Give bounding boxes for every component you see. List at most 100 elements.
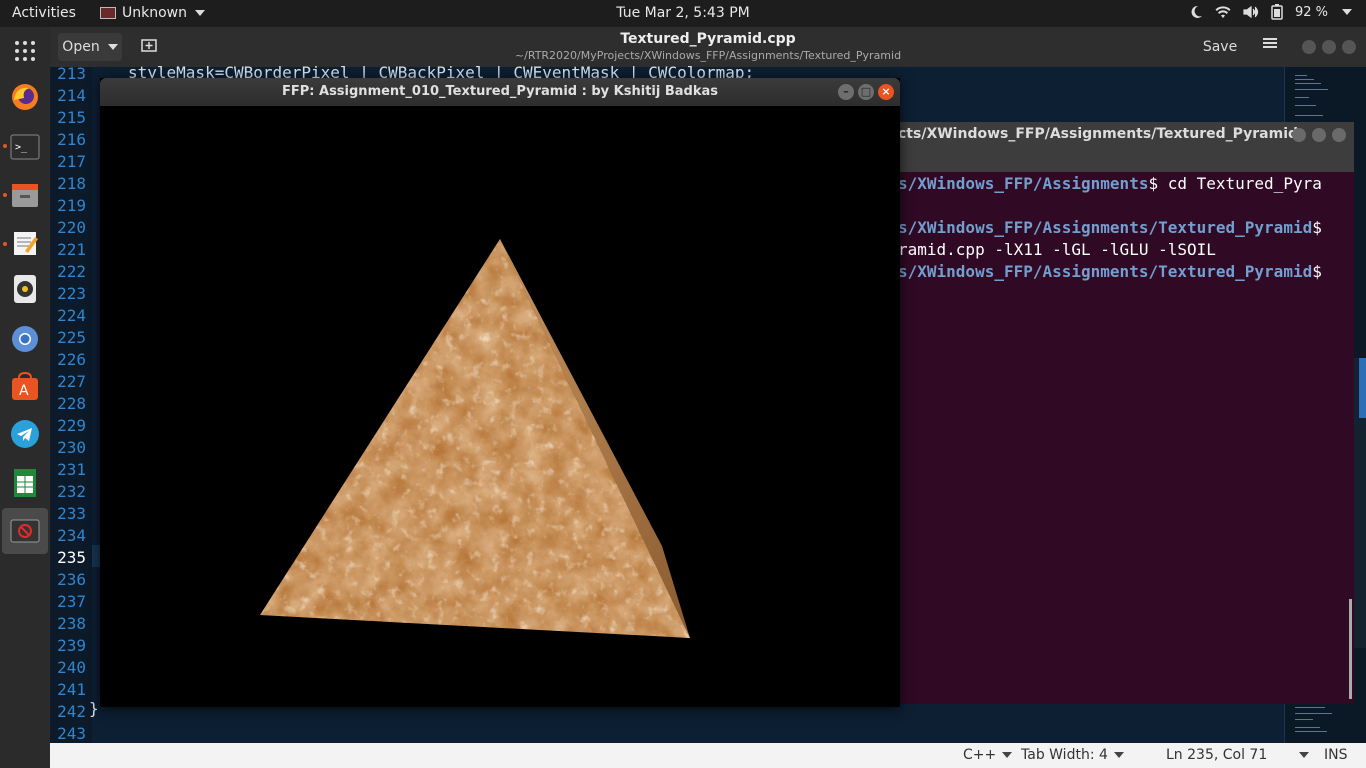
line-number: 236 [57, 570, 86, 589]
opengl-window-title: FFP: Assignment_010_Textured_Pyramid : b… [282, 84, 718, 99]
command-text: ramid.cpp -lX11 -lGL -lGLU -lSOIL [898, 240, 1216, 259]
tab-width-selector[interactable]: Tab Width: 4 [1021, 747, 1124, 763]
line-number: 219 [57, 196, 86, 215]
firefox-icon[interactable] [9, 81, 41, 113]
line-number: 229 [57, 416, 86, 435]
minimap-line [1295, 83, 1321, 84]
line-number: 227 [57, 372, 86, 391]
chevron-down-icon [1342, 9, 1352, 15]
line-number-gutter: 213 214 215 216 217 218 219 220 221 222 223 224 225 2… [50, 64, 92, 743]
minimap-line [1295, 75, 1307, 76]
chevron-down-icon [1299, 752, 1310, 758]
chromium-icon[interactable] [9, 323, 41, 355]
telegram-icon[interactable] [9, 418, 41, 450]
scrollbar-thumb[interactable] [1359, 358, 1366, 418]
prompt-path: s/XWindows_FFP/Assignments/Textured_Pyra… [898, 218, 1313, 237]
tab-width-label: Tab Width: 4 [1021, 747, 1108, 763]
svg-text:>_: >_ [15, 142, 28, 153]
system-tray[interactable]: 92 % [1189, 4, 1352, 20]
pyramid-texture-specks [260, 239, 690, 638]
line-number: 218 [57, 174, 86, 193]
hamburger-menu-button[interactable] [1258, 35, 1282, 59]
minimap-line [1295, 79, 1314, 80]
volume-icon [1243, 5, 1259, 19]
chevron-down-icon [1002, 752, 1013, 758]
opengl-title-bar[interactable]: FFP: Assignment_010_Textured_Pyramid : b… [100, 78, 900, 106]
text-editor-icon[interactable] [9, 227, 41, 259]
running-indicator [3, 144, 7, 148]
terminal-title: cts/XWindows_FFP/Assignments/Textured_Py… [898, 126, 1299, 142]
line-number: 217 [57, 152, 86, 171]
line-number: 228 [57, 394, 86, 413]
maximize-button[interactable] [1312, 128, 1326, 142]
line-number: 237 [57, 592, 86, 611]
line-number: 215 [57, 108, 86, 127]
terminal-scrollbar[interactable] [1349, 599, 1352, 699]
line-number: 220 [57, 218, 86, 237]
line-number: 243 [57, 724, 86, 743]
editor-header-bar: Open Textured_Pyramid.cpp ~/RTR2020/MyPr… [50, 27, 1366, 67]
line-number: 222 [57, 262, 86, 281]
terminal-line: s/XWindows_FFP/Assignments$ cd Textured_… [898, 173, 1322, 195]
wifi-icon [1215, 6, 1231, 18]
close-button[interactable]: × [878, 84, 894, 100]
terminal-line: s/XWindows_FFP/Assignments/Textured_Pyra… [898, 217, 1322, 239]
running-indicator [3, 193, 7, 197]
minimize-button[interactable] [1302, 40, 1316, 54]
terminal-title-bar[interactable]: cts/XWindows_FFP/Assignments/Textured_Py… [870, 122, 1354, 172]
svg-text:A: A [19, 383, 29, 399]
recording-app-icon[interactable] [9, 515, 41, 547]
save-button[interactable]: Save [1197, 33, 1243, 61]
clock[interactable]: Tue Mar 2, 5:43 PM [0, 5, 1366, 21]
app-grid-icon [15, 41, 35, 61]
line-number: 226 [57, 350, 86, 369]
language-selector[interactable]: C++ [963, 747, 1013, 763]
top-bar: Activities Unknown Tue Mar 2, 5:43 PM 92… [0, 0, 1366, 27]
battery-percent: 92 % [1294, 4, 1328, 20]
minimap-line [1295, 719, 1313, 720]
status-bar: C++ Tab Width: 4 Ln 235, Col 71 INS [50, 743, 1366, 768]
code-line[interactable]: } [89, 699, 99, 718]
insert-mode[interactable]: INS [1324, 747, 1348, 763]
night-light-icon [1191, 5, 1202, 18]
line-number: 213 [57, 64, 86, 83]
render-canvas[interactable] [100, 106, 900, 707]
line-number: 241 [57, 680, 86, 699]
close-button[interactable] [1332, 128, 1346, 142]
software-center-icon[interactable]: A [9, 371, 41, 403]
terminal-window[interactable]: cts/XWindows_FFP/Assignments/Textured_Py… [870, 122, 1354, 704]
spreadsheet-icon[interactable] [9, 467, 41, 499]
minimap-line [1295, 89, 1328, 90]
line-number: 234 [57, 526, 86, 545]
terminal-output[interactable]: s/XWindows_FFP/Assignments$ cd Textured_… [898, 173, 1322, 283]
minimap-line [1295, 105, 1316, 106]
cursor-position[interactable]: Ln 235, Col 71 [1166, 747, 1310, 763]
line-number: 216 [57, 130, 86, 149]
cursor-position-label: Ln 235, Col 71 [1166, 747, 1268, 763]
minimap-line [1295, 731, 1327, 732]
minimap-line [1295, 713, 1332, 714]
minimap-line [1295, 727, 1320, 728]
files-icon[interactable] [9, 179, 41, 211]
line-number: 221 [57, 240, 86, 259]
line-number: 230 [57, 438, 86, 457]
maximize-button[interactable]: □ [858, 84, 874, 100]
prompt-path: s/XWindows_FFP/Assignments [898, 174, 1149, 193]
show-apps-button[interactable] [9, 35, 41, 67]
line-number: 239 [57, 636, 86, 655]
terminal-icon[interactable]: >_ [9, 131, 41, 163]
minimap-line [1295, 115, 1323, 116]
close-button[interactable] [1342, 40, 1356, 54]
minimize-button[interactable] [1292, 128, 1306, 142]
maximize-button[interactable] [1322, 40, 1336, 54]
minimap-line [1295, 97, 1309, 98]
document-path: ~/RTR2020/MyProjects/XWindows_FFP/Assign… [514, 49, 902, 62]
opengl-window[interactable]: FFP: Assignment_010_Textured_Pyramid : b… [100, 78, 900, 707]
minimize-button[interactable]: – [838, 84, 854, 100]
line-number: 225 [57, 328, 86, 347]
running-indicator [3, 242, 7, 246]
terminal-line: s/XWindows_FFP/Assignments/Textured_Pyra… [898, 261, 1322, 283]
rhythmbox-icon[interactable] [9, 273, 41, 305]
language-label: C++ [963, 747, 997, 763]
